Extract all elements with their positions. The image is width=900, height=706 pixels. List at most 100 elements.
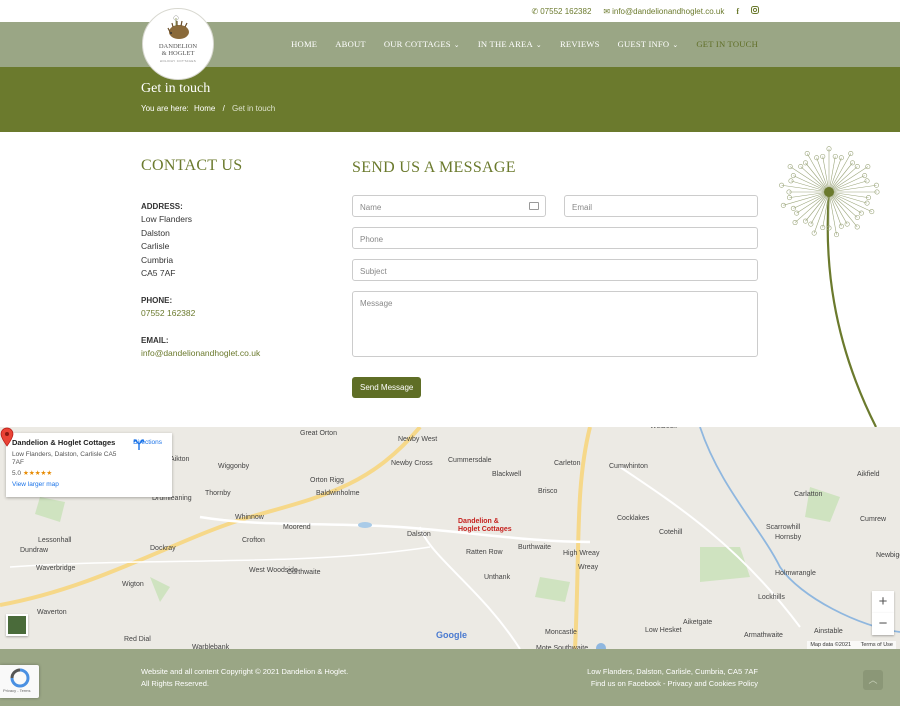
map-place-label: Orton Rigg (310, 477, 344, 484)
nav-item-home[interactable]: HOME (291, 39, 317, 49)
map-place-label: Crofton (242, 537, 265, 544)
map-place-label: Wreay (578, 564, 599, 571)
map-place-label: Aikfield (857, 471, 880, 478)
map-place-label: Carleton (554, 460, 581, 467)
map-place-label: Armathwaite (744, 632, 783, 639)
phone-label: PHONE: (141, 295, 173, 305)
map-place-label: Red Dial (124, 636, 151, 643)
rating-stars: ★★★★★ (23, 470, 53, 477)
map-place-label: Moorend (283, 524, 311, 531)
nav-item-label: REVIEWS (559, 39, 600, 49)
address-line: CA5 7AF (141, 268, 176, 278)
map-place-label: Ratten Row (466, 549, 503, 556)
footer-left: Website and all content Copyright © 2021… (141, 666, 348, 689)
map-terms-link[interactable]: Terms of Use (861, 642, 893, 648)
send-message-button[interactable]: Send Message (352, 377, 422, 398)
map-place-label: Wiggonby (218, 463, 250, 470)
place-address: Low Flanders, Dalston, Carlisle CA5 7AF (12, 451, 117, 466)
rating-value: 5.0 (12, 470, 22, 477)
message-textarea[interactable]: Message (352, 291, 758, 357)
map-place-label: Lessonhall (38, 537, 72, 544)
address-block: ADDRESS: Low Flanders Dalston Carlisle C… (141, 200, 331, 281)
map-place-label: Newby West (398, 436, 438, 443)
map-place-label: High Wreay (563, 550, 600, 557)
chevron-up-icon: ︿ (868, 675, 878, 685)
map-place-label: Wigton (122, 581, 144, 588)
phone-input[interactable]: Phone (352, 227, 758, 249)
contact-heading: CONTACT US (141, 157, 243, 174)
map-place-label: Lockhills (758, 594, 785, 601)
map-attribution: Map data ©2021 Terms of Use (807, 641, 896, 649)
map-place-label: Baldwinholme (316, 490, 360, 497)
subject-input[interactable]: Subject (352, 259, 758, 281)
pin-label-line: Hoglet Cottages (458, 526, 512, 533)
map-place-label: Whinnow (235, 514, 264, 521)
map-place-label: Cocklakes (617, 515, 650, 522)
logo-text: DANDELION (158, 43, 198, 50)
map-pin-label: Dandelion & Hoglet Cottages (458, 518, 512, 534)
nav-item-reviews[interactable]: REVIEWS (560, 39, 600, 49)
nav-item-our-cottages[interactable]: OUR COTTAGES ⌄ (384, 39, 460, 49)
nav-item-label: IN THE AREA (477, 39, 533, 49)
footer-right: Low Flanders, Dalston, Carlisle, Cumbria… (587, 666, 758, 689)
map-place-label: Great Orton (300, 430, 337, 437)
form-heading: SEND US A MESSAGE (352, 159, 516, 176)
instagram-icon[interactable] (751, 6, 759, 16)
map-place-label: Scarrowhill (766, 524, 801, 531)
map-place-label: Dockray (150, 545, 176, 552)
name-input[interactable]: Name (352, 195, 546, 217)
map-place-label: Aiketgate (683, 619, 713, 626)
nav-item-get-in-touch[interactable]: GET IN TOUCH (696, 39, 758, 49)
place-rating: 5.0 ★★★★★ (12, 469, 166, 477)
email-link[interactable]: info@dandelionandhoglet.co.uk (141, 347, 331, 361)
zoom-in-button[interactable]: + (872, 591, 894, 613)
email-block: EMAIL: info@dandelionandhoglet.co.uk (141, 334, 331, 361)
nav-item-in-the-area[interactable]: IN THE AREA ⌄ (478, 39, 542, 49)
chevron-down-icon: ⌄ (535, 41, 542, 49)
facebook-icon[interactable]: f (736, 7, 739, 16)
map-place-label: Ainstable (814, 628, 843, 635)
directions-button[interactable]: Directions (133, 439, 162, 450)
email-label: EMAIL: (141, 335, 169, 345)
facebook-link[interactable]: Find us on Facebook (591, 679, 661, 688)
phone-icon: ✆ (531, 6, 539, 16)
email-input[interactable]: Email (564, 195, 758, 217)
nav-item-about[interactable]: ABOUT (335, 39, 366, 49)
breadcrumb-prefix: You are here: (141, 104, 189, 113)
nav-item-label: HOME (291, 39, 318, 49)
phone-link[interactable]: ✆ 07552 162382 (532, 7, 592, 16)
map-place-label: Thornby (205, 490, 231, 497)
rights-text: All Rights Reserved. (141, 678, 209, 688)
map-place-label: Brisco (538, 488, 558, 495)
map-place-label: Cotehill (659, 529, 683, 536)
privacy-link[interactable]: Privacy and Cookies Policy (668, 679, 758, 688)
back-to-top-button[interactable]: ︿ (863, 670, 883, 690)
view-larger-map-link[interactable]: View larger map (12, 481, 166, 488)
address-line: Dalston (141, 227, 170, 238)
phone-placeholder: Phone (360, 235, 384, 244)
map-place-label: Waverton (37, 609, 67, 616)
site-logo[interactable]: DANDELION & HOGLET HOLIDAY COTTAGES (142, 8, 214, 80)
dandelion-decoration (779, 146, 880, 428)
map-place-label: Newby Cross (391, 460, 433, 467)
map-type-toggle[interactable] (6, 614, 28, 636)
map-pin-icon[interactable] (0, 427, 14, 447)
google-map[interactable]: Great Orton Newby West Welbeck Wiggonby Newb… (0, 427, 900, 649)
map-place-label: Curthwaite (287, 569, 321, 576)
map-place-label: Low Hesket (645, 627, 682, 634)
directions-icon (133, 439, 145, 450)
pin-label-line: Dandelion & (458, 518, 499, 525)
map-place-label: Aikton (170, 456, 190, 463)
breadcrumb-separator: / (222, 104, 225, 113)
phone-link[interactable]: 07552 162382 (141, 307, 331, 321)
chevron-down-icon: ⌄ (672, 41, 679, 49)
map-place-label: Waverbridge (36, 565, 76, 572)
google-logo: Google (436, 630, 467, 640)
breadcrumb-home[interactable]: Home (194, 104, 215, 113)
nav-item-guest-info[interactable]: GUEST INFO ⌄ (618, 39, 679, 49)
footer-separator: - (660, 678, 668, 688)
recaptcha-badge[interactable]: Privacy - Terms (0, 665, 39, 698)
nav-item-label: OUR COTTAGES (383, 39, 451, 49)
zoom-out-button[interactable]: − (872, 613, 894, 635)
email-link[interactable]: ✉ info@dandelionandhoglet.co.uk (603, 7, 724, 16)
